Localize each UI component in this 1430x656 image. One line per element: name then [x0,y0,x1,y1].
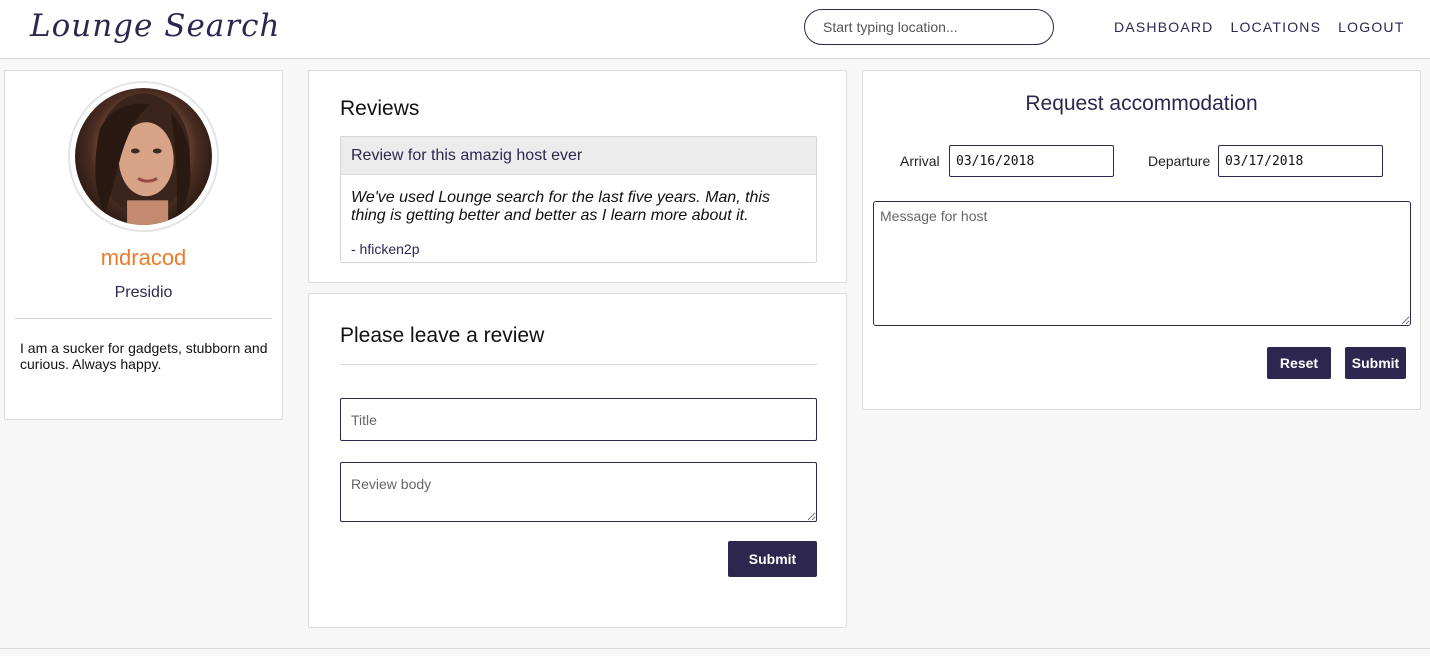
review-author: - hficken2p [351,241,420,257]
leave-review-card: Please leave a review Submit [308,293,847,628]
nav-dashboard-link[interactable]: DASHBOARD [1114,19,1213,35]
profile-username: mdracod [100,245,187,270]
review-heading: Review for this amazig host ever [341,137,816,175]
top-header: Lounge Search DASHBOARD LOCATIONS LOGOUT [0,0,1430,59]
request-title: Request accommodation [1025,92,1258,115]
departure-label: Departure [1148,153,1211,169]
message-for-host-textarea[interactable] [873,201,1411,326]
profile-divider [15,318,272,319]
leave-review-divider [340,364,817,365]
review-title-input[interactable] [340,398,817,441]
departure-date-input[interactable] [1218,145,1383,177]
review-item: Review for this amazig host ever We've u… [340,136,817,263]
review-body: We've used Lounge search for the last fi… [351,189,770,224]
review-submit-button[interactable]: Submit [728,541,817,577]
app-logo[interactable]: Lounge Search [30,8,280,44]
profile-card: mdracod Presidio I am a sucker for gadge… [4,70,283,420]
location-search-input[interactable] [804,9,1054,45]
nav-locations-link[interactable]: LOCATIONS [1230,19,1321,35]
profile-location: Presidio [114,284,173,301]
review-body-textarea[interactable] [340,462,817,522]
avatar-frame [68,81,219,232]
reset-button[interactable]: Reset [1267,347,1331,379]
leave-review-title: Please leave a review [340,324,545,347]
reviews-title: Reviews [340,97,420,120]
avatar-portrait-image [95,93,191,225]
main-nav: DASHBOARD LOCATIONS LOGOUT [1114,19,1404,35]
arrival-label: Arrival [900,153,940,169]
arrival-date-input[interactable] [949,145,1114,177]
footer-divider [0,648,1430,649]
reviews-card: Reviews Review for this amazig host ever… [308,70,847,283]
profile-bio: I am a sucker for gadgets, stubborn and … [20,340,268,372]
avatar [75,88,212,225]
request-accommodation-card: Request accommodation Arrival Departure … [862,70,1421,410]
nav-logout-link[interactable]: LOGOUT [1338,19,1404,35]
request-submit-button[interactable]: Submit [1345,347,1406,379]
